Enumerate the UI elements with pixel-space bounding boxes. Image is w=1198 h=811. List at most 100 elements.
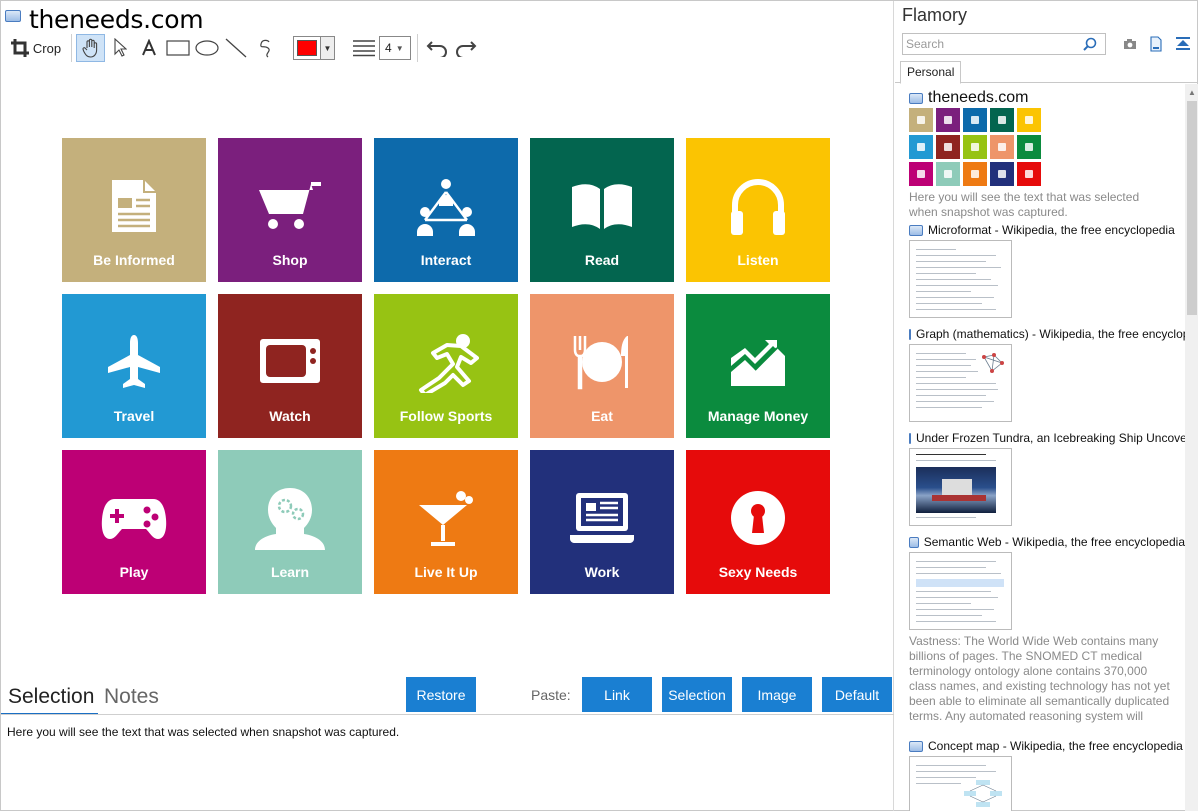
snapshot-title-row: theneeds.com xyxy=(5,4,204,34)
snapshot-thumbnail xyxy=(909,344,1012,422)
tile-label: Sexy Needs xyxy=(718,564,798,580)
paste-selection-button[interactable]: Selection xyxy=(662,677,732,712)
scrollbar[interactable]: ▲ xyxy=(1185,84,1198,811)
tile-label: Work xyxy=(584,564,620,580)
page-icon xyxy=(909,328,911,340)
tile-sexy-needs[interactable]: Sexy Needs xyxy=(686,450,830,594)
tile-travel[interactable]: Travel xyxy=(62,294,206,438)
tile-label: Watch xyxy=(269,408,311,424)
list-item[interactable]: Under Frozen Tundra, an Icebreaking Ship… xyxy=(909,430,1185,526)
tile-label: Learn xyxy=(270,564,310,580)
mini-tile xyxy=(936,108,960,132)
annotation-toolbar: Crop ▼ 4 ▼ xyxy=(5,33,480,63)
mini-tile xyxy=(909,162,933,186)
text-tool[interactable] xyxy=(134,34,163,62)
crop-button[interactable]: Crop xyxy=(5,34,67,62)
search-input[interactable] xyxy=(903,35,1083,53)
page-icon xyxy=(909,224,923,236)
runner-icon xyxy=(374,330,518,394)
search-icon[interactable] xyxy=(1083,37,1097,51)
list-item-title-text: Concept map - Wikipedia, the free encycl… xyxy=(928,739,1183,753)
snapshot-pane: theneeds.com Crop ▼ 4 ▼ Be Informed Shop… xyxy=(1,1,894,811)
tile-watch[interactable]: Watch xyxy=(218,294,362,438)
list-item[interactable]: Concept map - Wikipedia, the free encycl… xyxy=(909,738,1185,811)
tile-label: Shop xyxy=(272,252,308,268)
line-width-value: 4 xyxy=(385,41,392,55)
pointer-tool[interactable] xyxy=(105,34,134,62)
line-width-button[interactable] xyxy=(349,34,379,62)
tile-label: Listen xyxy=(737,252,779,268)
tile-label: Read xyxy=(584,252,620,268)
freehand-tool[interactable] xyxy=(250,34,279,62)
tile-label: Play xyxy=(119,564,149,580)
ellipse-icon xyxy=(194,40,219,56)
rectangle-tool[interactable] xyxy=(163,34,192,62)
tile-follow-sports[interactable]: Follow Sports xyxy=(374,294,518,438)
flamory-tab-row: Personal xyxy=(895,61,1198,84)
pointer-icon xyxy=(113,38,127,57)
tile-interact[interactable]: Interact xyxy=(374,138,518,282)
tile-live-it-up[interactable]: Live It Up xyxy=(374,450,518,594)
tile-read[interactable]: Read xyxy=(530,138,674,282)
scroll-up-icon[interactable]: ▲ xyxy=(1185,84,1198,100)
cart-icon xyxy=(218,174,362,238)
concept-map-figure xyxy=(964,780,1002,807)
snapshot-title: theneeds.com xyxy=(29,4,204,34)
list-item-desc: Vastness: The World Wide Web contains ma… xyxy=(909,634,1170,726)
scroll-thumb[interactable] xyxy=(1187,101,1197,315)
snapshot-list: theneeds.com Here you will see the text … xyxy=(895,84,1185,811)
mini-tile xyxy=(909,135,933,159)
flamory-panel: Flamory Personal theneeds.com Her xyxy=(895,1,1198,811)
head-gears-icon xyxy=(218,486,362,550)
hand-tool[interactable] xyxy=(76,34,105,62)
tile-label: Live It Up xyxy=(414,564,478,580)
tab-notes[interactable]: Notes xyxy=(104,685,159,709)
bottom-tab-bar: Selection Notes Restore Paste: Link Sele… xyxy=(1,677,894,715)
crop-icon xyxy=(10,39,29,57)
crop-label: Crop xyxy=(32,40,62,56)
tile-manage-money[interactable]: Manage Money xyxy=(686,294,830,438)
line-tool[interactable] xyxy=(221,34,250,62)
undo-button[interactable] xyxy=(422,34,451,62)
tile-label: Be Informed xyxy=(93,252,175,268)
flamory-title: Flamory xyxy=(902,5,968,25)
document-icon[interactable] xyxy=(1147,36,1165,52)
list-item-title: theneeds.com xyxy=(909,89,1185,107)
ellipse-tool[interactable] xyxy=(192,34,221,62)
tile-eat[interactable]: Eat xyxy=(530,294,674,438)
tab-selection[interactable]: Selection xyxy=(8,685,94,709)
paste-image-button[interactable]: Image xyxy=(742,677,812,712)
color-picker[interactable]: ▼ xyxy=(293,36,335,60)
paste-link-button[interactable]: Link xyxy=(582,677,652,712)
camera-icon[interactable] xyxy=(1121,36,1139,52)
snapshot-thumbnail xyxy=(909,552,1012,630)
toolbar-divider xyxy=(71,34,72,62)
tile-label: Manage Money xyxy=(707,408,809,424)
tile-shop[interactable]: Shop xyxy=(218,138,362,282)
tile-label: Interact xyxy=(420,252,472,268)
paste-default-button[interactable]: Default xyxy=(822,677,892,712)
list-item[interactable]: theneeds.com Here you will see the text … xyxy=(909,89,1185,220)
collapse-top-icon[interactable] xyxy=(1174,36,1192,52)
redo-button[interactable] xyxy=(451,34,480,62)
mini-tile xyxy=(936,162,960,186)
tile-be-informed[interactable]: Be Informed xyxy=(62,138,206,282)
list-item[interactable]: Graph (mathematics) - Wikipedia, the fre… xyxy=(909,326,1185,422)
toolbar-divider xyxy=(417,34,418,62)
book-icon xyxy=(530,174,674,238)
redo-icon xyxy=(455,41,476,57)
line-width-select[interactable]: 4 ▼ xyxy=(379,36,411,60)
plate-icon xyxy=(530,330,674,394)
tile-play[interactable]: Play xyxy=(62,450,206,594)
restore-button[interactable]: Restore xyxy=(406,677,476,712)
mini-tile xyxy=(1017,135,1041,159)
tab-personal[interactable]: Personal xyxy=(900,61,962,84)
tile-label: Travel xyxy=(113,408,155,424)
list-item[interactable]: Microformat - Wikipedia, the free encycl… xyxy=(909,222,1185,318)
list-item-desc: Here you will see the text that was sele… xyxy=(909,190,1140,219)
snapshot-thumbnail xyxy=(909,240,1012,318)
tile-listen[interactable]: Listen xyxy=(686,138,830,282)
tile-work[interactable]: Work xyxy=(530,450,674,594)
list-item[interactable]: Semantic Web - Wikipedia, the free encyc… xyxy=(909,534,1185,726)
tile-learn[interactable]: Learn xyxy=(218,450,362,594)
